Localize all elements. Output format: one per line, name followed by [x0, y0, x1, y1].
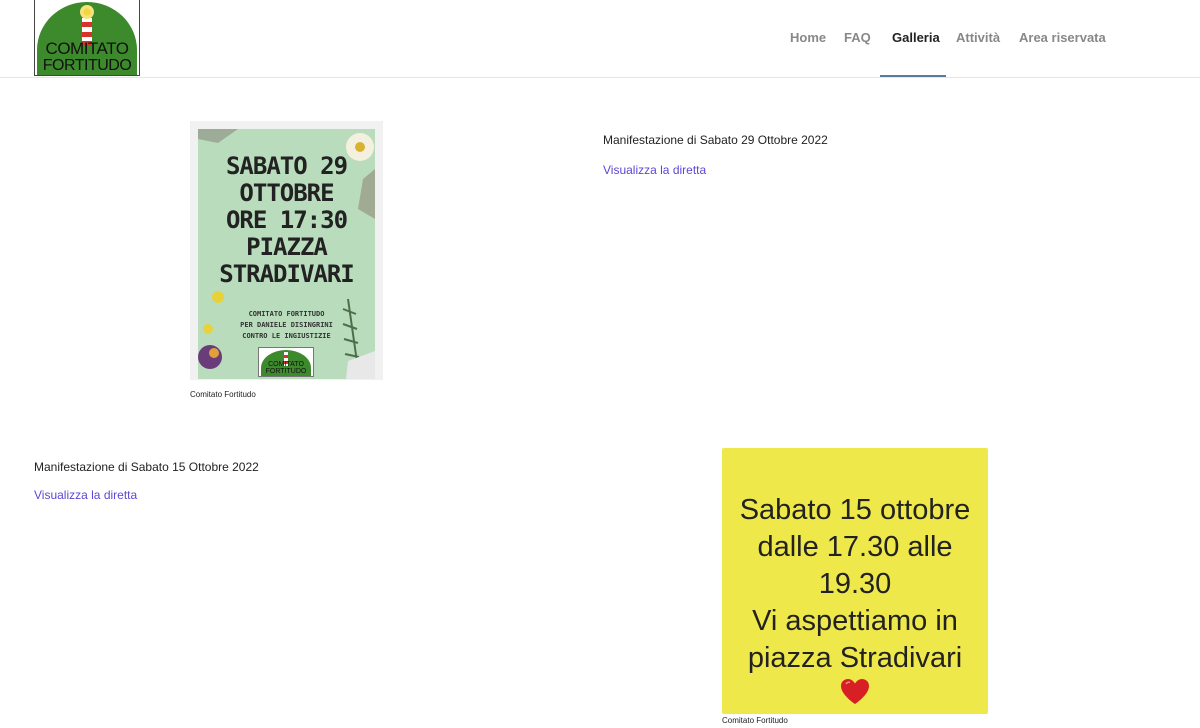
nav-item-attivita[interactable]: Attività — [956, 30, 1000, 45]
poster-line: dalle 17.30 alle — [757, 531, 953, 563]
site-header: COMITATO FORTITUDO Home FAQ Galleria Att… — [0, 0, 1200, 78]
poster-29-ottobre: SABATO 29 OTTOBRE ORE 17:30 PIAZZA STRAD… — [198, 129, 375, 379]
gallery-image-15-ottobre[interactable]: Sabato 15 ottobre dalle 17.30 alle 19.30… — [722, 448, 988, 714]
logo-text-line2: FORTITUDO — [42, 57, 132, 74]
nav-item-galleria[interactable]: Galleria — [892, 30, 940, 45]
poster-line: piazza Stradivari — [747, 642, 963, 674]
poster-line: ORE 17:30 — [225, 206, 348, 234]
nav-active-indicator — [880, 75, 946, 77]
logo-text-line1: COMITATO — [45, 39, 129, 58]
poster-line: Sabato 15 ottobre — [739, 494, 971, 526]
poster-small-line: PER DANIELE DISINGRINI — [240, 321, 333, 329]
poster-15-ottobre-text: Sabato 15 ottobre dalle 17.30 alle 19.30… — [722, 492, 988, 677]
poster-29-ottobre-subtext: COMITATO FORTITUDO PER DANIELE DISINGRIN… — [198, 309, 375, 342]
watch-live-link[interactable]: Visualizza la diretta — [34, 488, 137, 502]
poster-29-ottobre-text: SABATO 29 OTTOBRE ORE 17:30 PIAZZA STRAD… — [198, 153, 375, 288]
poster-logo: COMITATO FORTITUDO — [258, 347, 314, 377]
nav-item-area-riservata[interactable]: Area riservata — [1019, 30, 1106, 45]
poster-line: OTTOBRE — [239, 179, 334, 207]
event-title: Manifestazione di Sabato 15 Ottobre 2022 — [34, 460, 259, 474]
event-title: Manifestazione di Sabato 29 Ottobre 2022 — [603, 133, 828, 147]
image-caption: Comitato Fortitudo — [722, 716, 788, 725]
gallery-image-29-ottobre[interactable]: SABATO 29 OTTOBRE ORE 17:30 PIAZZA STRAD… — [190, 121, 383, 380]
poster-line: Vi aspettiamo in — [752, 605, 958, 637]
poster-line: SABATO 29 — [225, 152, 348, 180]
poster-line: PIAZZA — [246, 233, 328, 261]
poster-logo-line1: COMITATO — [268, 361, 304, 368]
heart-icon — [841, 679, 869, 704]
image-caption: Comitato Fortitudo — [190, 390, 256, 399]
poster-line: 19.30 — [818, 568, 892, 600]
poster-small-line: CONTRO LE INGIUSTIZIE — [242, 332, 331, 340]
nav-item-faq[interactable]: FAQ — [844, 30, 871, 45]
poster-logo-line2: FORTITUDO — [265, 368, 307, 375]
poster-small-line: COMITATO FORTITUDO — [248, 310, 325, 318]
site-logo[interactable]: COMITATO FORTITUDO — [34, 0, 140, 76]
nav-item-home[interactable]: Home — [790, 30, 826, 45]
poster-line: STRADIVARI — [219, 260, 355, 288]
watch-live-link[interactable]: Visualizza la diretta — [603, 163, 706, 177]
